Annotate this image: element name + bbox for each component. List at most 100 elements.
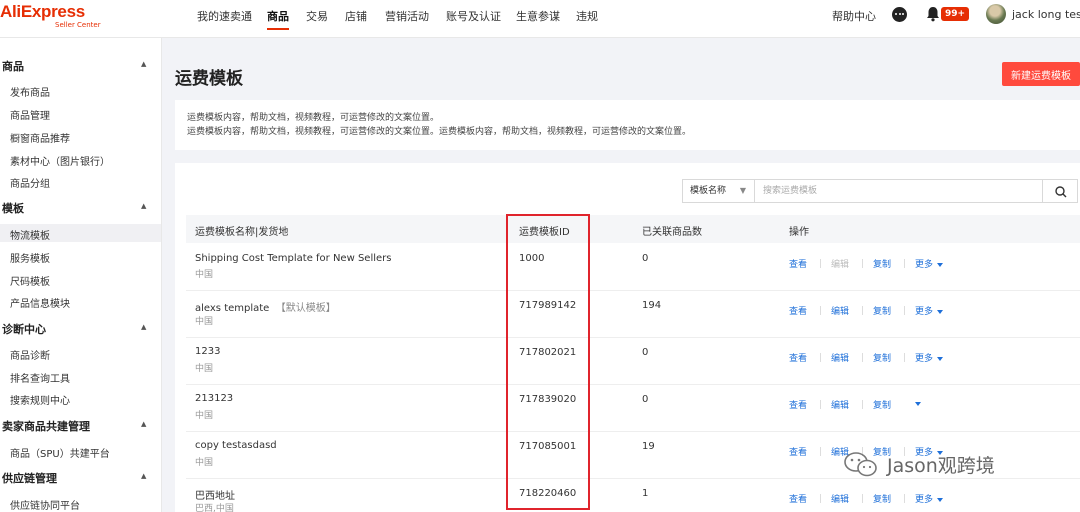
edit-link[interactable]: 编辑 xyxy=(831,257,849,270)
divider xyxy=(904,306,905,315)
copy-link[interactable]: 复制 xyxy=(873,351,891,364)
sidebar-item-size-template[interactable]: 尺码模板 xyxy=(10,273,50,288)
collapse-caret-icon[interactable]: ▲ xyxy=(141,420,146,428)
sidebar-item-publish[interactable]: 发布商品 xyxy=(10,84,50,99)
sidebar-item-groups[interactable]: 商品分组 xyxy=(10,175,50,190)
divider xyxy=(820,259,821,268)
user-name[interactable]: jack long test xyxy=(1012,8,1080,21)
more-label: 更多 xyxy=(915,260,934,270)
sidebar-item-logistics-template[interactable]: 物流模板 xyxy=(10,227,50,242)
sidebar-group-supply-chain[interactable]: 供应链管理 xyxy=(2,470,57,486)
edit-link[interactable]: 编辑 xyxy=(831,351,849,364)
collapse-caret-icon[interactable]: ▲ xyxy=(141,472,146,480)
more-dropdown[interactable]: 更多 xyxy=(915,257,944,270)
template-name-text: alexs template xyxy=(195,303,270,314)
sidebar-item-spu-platform[interactable]: 商品（SPU）共建平台 xyxy=(10,445,110,460)
more-dropdown[interactable]: 更多 xyxy=(915,304,944,317)
sidebar-item-showcase[interactable]: 橱窗商品推荐 xyxy=(10,130,70,145)
notice-line: 运费模板内容，帮助文档，视频教程，可运营修改的文案位置。运费模板内容，帮助文档，… xyxy=(187,127,692,137)
template-name: 巴西地址 xyxy=(195,491,235,502)
edit-link[interactable]: 编辑 xyxy=(831,398,849,411)
view-link[interactable]: 查看 xyxy=(789,257,807,270)
divider xyxy=(820,447,821,456)
topnav-orders[interactable]: 交易 xyxy=(306,8,328,24)
new-template-button[interactable]: 新建运费模板 xyxy=(1002,62,1080,86)
sidebar-group-diagnosis[interactable]: 诊断中心 xyxy=(2,321,46,337)
caret-down-icon xyxy=(937,262,944,267)
more-label: 更多 xyxy=(915,307,934,317)
sidebar-group-co-build[interactable]: 卖家商品共建管理 xyxy=(2,418,90,434)
divider xyxy=(820,306,821,315)
linked-count: 0 xyxy=(642,347,649,358)
sidebar-item-supply-chain-platform[interactable]: 供应链协同平台 xyxy=(10,497,80,512)
view-link[interactable]: 查看 xyxy=(789,492,807,505)
topnav-products[interactable]: 商品 xyxy=(267,8,289,24)
help-center-link[interactable]: 帮助中心 xyxy=(832,8,876,24)
page-title: 运费模板 xyxy=(175,69,243,89)
template-origin: 中国 xyxy=(195,317,214,327)
divider xyxy=(862,494,863,503)
search-field-select[interactable]: 模板名称 ▼ xyxy=(682,179,754,203)
topnav-store[interactable]: 店铺 xyxy=(345,8,367,24)
copy-link[interactable]: 复制 xyxy=(873,257,891,270)
search-input[interactable] xyxy=(754,179,1043,203)
sidebar-item-ranking-tool[interactable]: 排名查询工具 xyxy=(10,370,70,385)
copy-link[interactable]: 复制 xyxy=(873,492,891,505)
edit-link[interactable]: 编辑 xyxy=(831,304,849,317)
template-name: copy testasdasd xyxy=(195,440,277,451)
copy-link[interactable]: 复制 xyxy=(873,304,891,317)
divider xyxy=(820,400,821,409)
template-name: alexs template 【默认模板】 xyxy=(195,299,336,314)
topnav-violations[interactable]: 违规 xyxy=(576,8,598,24)
view-link[interactable]: 查看 xyxy=(789,351,807,364)
template-name: 1233 xyxy=(195,346,221,357)
sidebar-group-templates[interactable]: 模板 xyxy=(2,200,24,216)
view-link[interactable]: 查看 xyxy=(789,398,807,411)
id-column-highlight xyxy=(506,214,590,510)
template-origin: 中国 xyxy=(195,458,214,468)
aliexpress-logo[interactable]: AliExpress Seller Center xyxy=(0,2,101,29)
collapse-caret-icon[interactable]: ▲ xyxy=(141,323,146,331)
user-avatar[interactable] xyxy=(986,4,1006,24)
topnav-marketing[interactable]: 营销活动 xyxy=(385,8,429,24)
sidebar-item-media-center[interactable]: 素材中心（图片银行） xyxy=(10,153,110,168)
template-origin: 巴西,中国 xyxy=(195,504,234,512)
row-divider xyxy=(186,384,1080,385)
collapse-caret-icon[interactable]: ▲ xyxy=(141,202,146,210)
column-header-count: 已关联商品数 xyxy=(642,227,702,238)
chat-icon[interactable] xyxy=(892,7,907,22)
copy-link[interactable]: 复制 xyxy=(873,398,891,411)
more-dropdown[interactable]: 更多 xyxy=(915,351,944,364)
collapse-caret-icon[interactable]: ▲ xyxy=(141,60,146,68)
topnav-account[interactable]: 账号及认证 xyxy=(446,8,501,24)
sidebar-item-search-rules[interactable]: 搜索规则中心 xyxy=(10,392,70,407)
sidebar-item-product-diagnosis[interactable]: 商品诊断 xyxy=(10,347,50,362)
divider xyxy=(820,494,821,503)
search-icon xyxy=(1055,186,1067,198)
caret-down-icon[interactable] xyxy=(915,402,921,406)
search-button[interactable] xyxy=(1042,179,1078,203)
view-link[interactable]: 查看 xyxy=(789,304,807,317)
row-divider xyxy=(186,337,1080,338)
caret-down-icon xyxy=(937,497,944,502)
table-header xyxy=(186,215,1080,243)
view-link[interactable]: 查看 xyxy=(789,445,807,458)
notification-badge[interactable]: 99+ xyxy=(941,7,970,21)
more-label: 更多 xyxy=(915,354,934,364)
sidebar-group-products[interactable]: 商品 xyxy=(2,58,24,74)
topnav-business-advisor[interactable]: 生意参谋 xyxy=(516,8,560,24)
sidebar-item-product-info-module[interactable]: 产品信息模块 xyxy=(10,295,70,310)
row-divider xyxy=(186,478,1080,479)
sidebar-item-manage[interactable]: 商品管理 xyxy=(10,107,50,122)
caret-down-icon xyxy=(937,309,944,314)
sidebar-item-service-template[interactable]: 服务模板 xyxy=(10,250,50,265)
more-dropdown[interactable]: 更多 xyxy=(915,492,944,505)
divider xyxy=(862,259,863,268)
divider xyxy=(904,494,905,503)
bell-icon[interactable] xyxy=(926,6,940,25)
topnav-my-aliexpress[interactable]: 我的速卖通 xyxy=(197,8,252,24)
template-name: Shipping Cost Template for New Sellers xyxy=(195,253,392,264)
more-label: 更多 xyxy=(915,495,934,505)
edit-link[interactable]: 编辑 xyxy=(831,492,849,505)
divider xyxy=(862,353,863,362)
